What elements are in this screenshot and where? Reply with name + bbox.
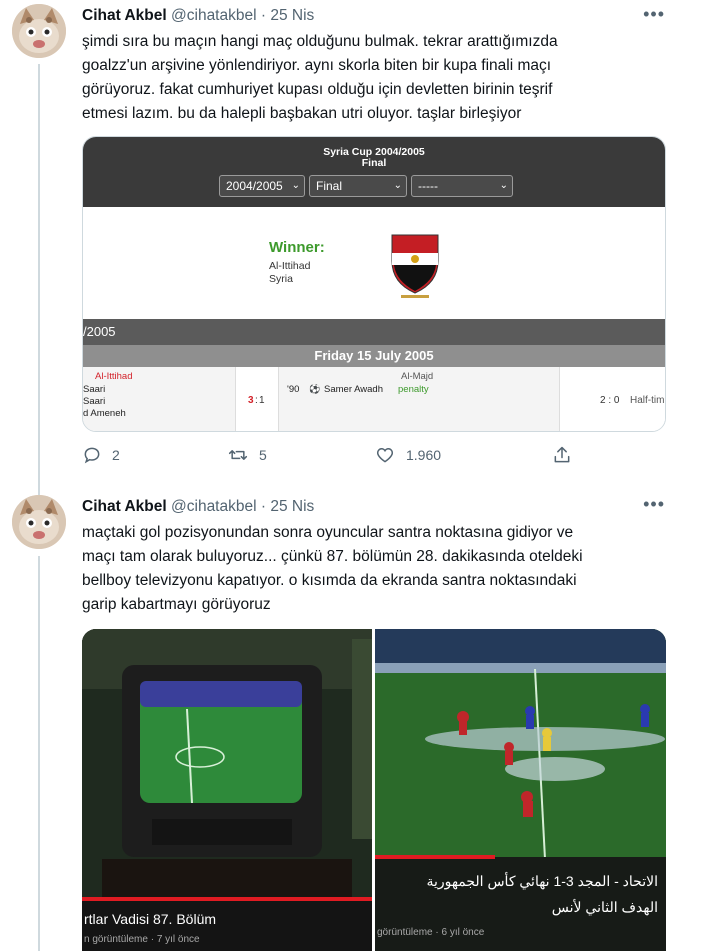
next-match-score: 2 : 0 (600, 395, 620, 406)
tweet-text-line: şimdi sıra bu maçın hangi maç olduğunu b… (82, 33, 558, 50)
chevron-down-icon: ⌄ (291, 180, 300, 191)
share-button[interactable] (552, 445, 572, 465)
tweet-text: maçtaki gol pozisyonundan sonra oyuncula… (82, 521, 642, 617)
match-select[interactable]: ----- ⌄ (411, 175, 513, 197)
season-select-value: 2004/2005 (226, 179, 283, 193)
next-match-box: 2 : 0 Half-tim (559, 367, 665, 431)
score-separator: : (255, 395, 258, 406)
retweet-button[interactable]: 5 (227, 445, 267, 465)
like-icon (376, 447, 394, 463)
reply-icon (84, 447, 100, 464)
tweet-text-line: görüyoruz. fakat cumhuriyet kupası olduğ… (82, 81, 553, 98)
soccer-ball-icon: ⚽ (309, 384, 321, 394)
author-name[interactable]: Cihat Akbel (82, 7, 167, 24)
video-title[interactable]: الاتحاد - المجد 3-1 نهائي كأس الجمهورية (426, 873, 658, 890)
embedded-screenshot-card[interactable]: Syria Cup 2004/2005 Final 2004/2005 ⌄ Fi… (82, 136, 666, 432)
tweet-text-line: etmesi lazım. bu da halepli başbakan utr… (82, 105, 522, 122)
home-scorer: Saari (83, 384, 106, 395)
reply-count: 2 (112, 447, 120, 463)
match-row[interactable]: Al-Ittihad Saari Saari d Ameneh 3 : 1 Al… (83, 367, 665, 431)
more-icon[interactable]: ••• (643, 4, 665, 25)
goal-type: penalty (398, 384, 429, 395)
more-icon[interactable]: ••• (643, 494, 665, 515)
goal-minute: '90 (287, 384, 300, 395)
chevron-down-icon: ⌄ (499, 180, 508, 191)
avatar[interactable] (12, 495, 66, 549)
author-handle[interactable]: @cihatakbel (171, 7, 257, 24)
retweet-count: 5 (259, 447, 267, 463)
like-count: 1.960 (406, 447, 442, 463)
reply-button[interactable]: 2 (82, 445, 120, 465)
video-thumbnail[interactable]: rtlar Vadisi 87. Bölüm n görüntüleme · 7… (82, 629, 372, 951)
chevron-down-icon: ⌄ (393, 180, 402, 191)
tweet-text-line: maçı tam olarak buluyoruz... çünkü 87. b… (82, 548, 583, 565)
video-title[interactable]: rtlar Vadisi 87. Bölüm (84, 911, 216, 927)
separator-dot: · (260, 498, 267, 515)
home-score: 3 (248, 395, 254, 406)
match-date-bar: Friday 15 July 2005 (83, 345, 665, 367)
winner-label: Winner: (269, 239, 325, 256)
tweet-text-line: garip kabartmayı görüyoruz (82, 596, 271, 613)
tweet-text: şimdi sıra bu maçın hangi maç olduğunu b… (82, 30, 642, 126)
separator-dot: · (260, 7, 267, 24)
goal-scorer: Samer Awadh (324, 384, 383, 395)
video-progress (375, 855, 495, 859)
away-team: Al-Majd (401, 371, 434, 382)
like-button[interactable]: 1.960 (374, 445, 441, 465)
tweet[interactable]: Cihat Akbel @cihatakbel · 25 Nis ••• şim… (0, 0, 703, 490)
cup-header-panel: Syria Cup 2004/2005 Final 2004/2005 ⌄ Fi… (83, 137, 665, 207)
winner-team: Al-Ittihad (269, 260, 311, 272)
home-scorer: d Ameneh (83, 408, 126, 419)
media-grid: rtlar Vadisi 87. Bölüm n görüntüleme · 7… (82, 629, 666, 951)
round-select[interactable]: Final ⌄ (309, 175, 407, 197)
tweet-actions: 2 5 1.960 (82, 445, 602, 469)
tweet-date[interactable]: 25 Nis (270, 7, 314, 24)
share-icon (554, 446, 570, 463)
winner-country: Syria (269, 273, 293, 285)
season-select[interactable]: 2004/2005 ⌄ (219, 175, 305, 197)
retweet-icon (228, 450, 248, 460)
author-name[interactable]: Cihat Akbel (82, 498, 167, 515)
author-handle[interactable]: @cihatakbel (171, 498, 257, 515)
avatar[interactable] (12, 4, 66, 58)
video-meta: n görüntüleme · 7 yıl önce (84, 934, 200, 945)
tv-scene-image (82, 629, 372, 951)
cup-round: Final (361, 157, 387, 169)
video-meta: görüntüleme · 6 yıl önce (377, 927, 485, 938)
tweet-header: Cihat Akbel @cihatakbel · 25 Nis (82, 498, 314, 516)
season-bar: /2005 (83, 319, 665, 345)
home-team: Al-Ittihad (95, 371, 133, 382)
score-box: 3 : 1 (235, 367, 279, 431)
match-select-value: ----- (418, 179, 438, 193)
tweet-text-line: maçtaki gol pozisyonundan sonra oyuncula… (82, 524, 574, 541)
away-score: 1 (259, 395, 265, 406)
video-progress (82, 897, 372, 901)
round-select-value: Final (316, 179, 343, 193)
tweet-date[interactable]: 25 Nis (270, 498, 314, 515)
home-scorer: Saari (83, 396, 106, 407)
tweet-text-line: goalzz'un arşivine yönlendiriyor. aynı s… (82, 57, 552, 74)
video-thumbnail[interactable]: الاتحاد - المجد 3-1 نهائي كأس الجمهورية … (375, 629, 666, 951)
cup-title: Syria Cup 2004/2005 Final (83, 147, 665, 169)
tweet-header: Cihat Akbel @cihatakbel · 25 Nis (82, 7, 314, 25)
video-title-line[interactable]: الهدف الثاني لأنس (552, 899, 658, 916)
half-time-label: Half-tim (630, 395, 665, 406)
tweet-text-line: bellboy televizyonu kapatıyor. o kısımda… (82, 572, 577, 589)
club-crest-icon (389, 231, 441, 306)
